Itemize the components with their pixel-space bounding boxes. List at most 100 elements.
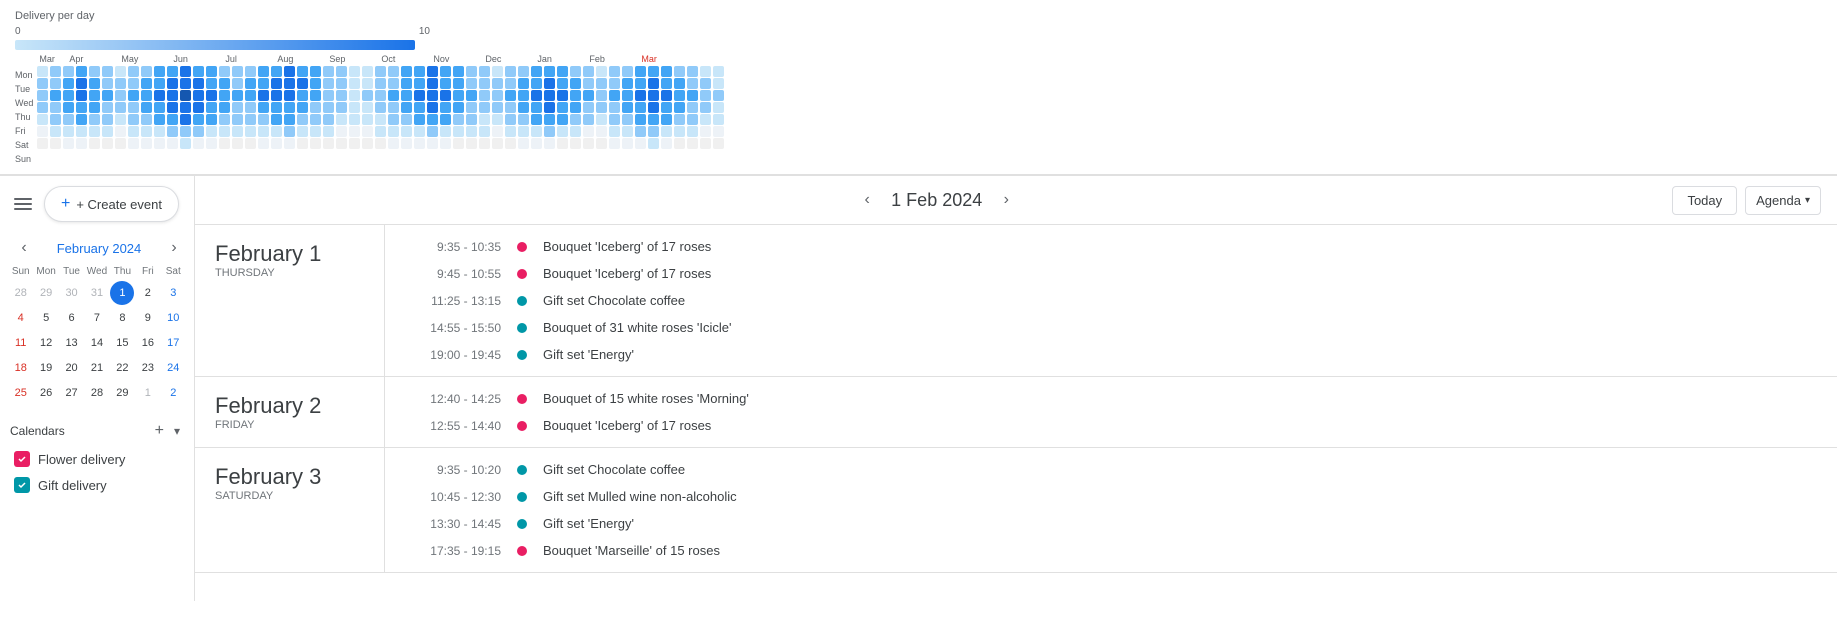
heatmap-cell[interactable]: [492, 90, 503, 101]
heatmap-cell[interactable]: [661, 90, 672, 101]
heatmap-cell[interactable]: [63, 102, 74, 113]
heatmap-cell[interactable]: [466, 90, 477, 101]
heatmap-cell[interactable]: [232, 126, 243, 137]
heatmap-cell[interactable]: [401, 78, 412, 89]
heatmap-cell[interactable]: [518, 126, 529, 137]
calendar-item-flower[interactable]: Flower delivery: [10, 446, 184, 472]
heatmap-cell[interactable]: [687, 102, 698, 113]
mini-cal-day[interactable]: 28: [9, 281, 33, 305]
heatmap-cell[interactable]: [570, 90, 581, 101]
heatmap-cell[interactable]: [622, 66, 633, 77]
heatmap-cell[interactable]: [674, 114, 685, 125]
heatmap-cell[interactable]: [76, 90, 87, 101]
gift-delivery-checkbox[interactable]: [14, 477, 30, 493]
heatmap-cell[interactable]: [50, 78, 61, 89]
heatmap-cell[interactable]: [635, 126, 646, 137]
heatmap-cell[interactable]: [648, 90, 659, 101]
heatmap-cell[interactable]: [635, 78, 646, 89]
heatmap-cell[interactable]: [401, 90, 412, 101]
heatmap-cell[interactable]: [323, 102, 334, 113]
heatmap-cell[interactable]: [635, 90, 646, 101]
heatmap-cell[interactable]: [50, 102, 61, 113]
heatmap-cell[interactable]: [414, 66, 425, 77]
heatmap-cell[interactable]: [440, 114, 451, 125]
heatmap-cell[interactable]: [466, 126, 477, 137]
heatmap-cell[interactable]: [76, 114, 87, 125]
heatmap-cell[interactable]: [713, 78, 724, 89]
heatmap-cell[interactable]: [219, 102, 230, 113]
heatmap-cell[interactable]: [622, 102, 633, 113]
heatmap-cell[interactable]: [661, 126, 672, 137]
heatmap-cell[interactable]: [479, 102, 490, 113]
heatmap-cell[interactable]: [388, 66, 399, 77]
heatmap-cell[interactable]: [180, 138, 191, 149]
mini-cal-day[interactable]: 29: [110, 381, 134, 405]
heatmap-cell[interactable]: [375, 66, 386, 77]
heatmap-cell[interactable]: [219, 90, 230, 101]
heatmap-cell[interactable]: [648, 138, 659, 149]
heatmap-cell[interactable]: [167, 78, 178, 89]
heatmap-cell[interactable]: [336, 102, 347, 113]
heatmap-cell[interactable]: [271, 126, 282, 137]
heatmap-cell[interactable]: [713, 114, 724, 125]
heatmap-cell[interactable]: [700, 66, 711, 77]
heatmap-cell[interactable]: [583, 66, 594, 77]
mini-cal-day[interactable]: 19: [34, 356, 58, 380]
mini-cal-day[interactable]: 22: [110, 356, 134, 380]
heatmap-cell[interactable]: [700, 90, 711, 101]
heatmap-cell[interactable]: [50, 138, 61, 149]
heatmap-cell[interactable]: [401, 126, 412, 137]
heatmap-cell[interactable]: [557, 138, 568, 149]
heatmap-cell[interactable]: [531, 90, 542, 101]
heatmap-cell[interactable]: [63, 138, 74, 149]
heatmap-cell[interactable]: [414, 138, 425, 149]
heatmap-cell[interactable]: [414, 126, 425, 137]
heatmap-cell[interactable]: [570, 126, 581, 137]
heatmap-cell[interactable]: [284, 78, 295, 89]
heatmap-cell[interactable]: [271, 66, 282, 77]
heatmap-cell[interactable]: [635, 114, 646, 125]
heatmap-cell[interactable]: [336, 126, 347, 137]
mini-cal-day[interactable]: 10: [161, 306, 185, 330]
heatmap-cell[interactable]: [336, 78, 347, 89]
mini-cal-day[interactable]: 21: [85, 356, 109, 380]
heatmap-cell[interactable]: [661, 102, 672, 113]
heatmap-cell[interactable]: [414, 102, 425, 113]
heatmap-cell[interactable]: [648, 66, 659, 77]
heatmap-cell[interactable]: [349, 90, 360, 101]
heatmap-cell[interactable]: [193, 78, 204, 89]
heatmap-cell[interactable]: [518, 138, 529, 149]
heatmap-cell[interactable]: [89, 138, 100, 149]
heatmap-cell[interactable]: [622, 138, 633, 149]
heatmap-cell[interactable]: [596, 66, 607, 77]
heatmap-cell[interactable]: [128, 102, 139, 113]
heatmap-cell[interactable]: [713, 90, 724, 101]
flower-delivery-checkbox[interactable]: [14, 451, 30, 467]
heatmap-cell[interactable]: [37, 138, 48, 149]
heatmap-cell[interactable]: [89, 66, 100, 77]
heatmap-cell[interactable]: [661, 66, 672, 77]
heatmap-cell[interactable]: [544, 114, 555, 125]
heatmap-cell[interactable]: [180, 126, 191, 137]
heatmap-cell[interactable]: [206, 66, 217, 77]
heatmap-cell[interactable]: [440, 66, 451, 77]
view-selector[interactable]: Agenda ▾: [1745, 186, 1821, 215]
heatmap-cell[interactable]: [232, 90, 243, 101]
heatmap-cell[interactable]: [310, 90, 321, 101]
heatmap-cell[interactable]: [37, 78, 48, 89]
heatmap-cell[interactable]: [349, 138, 360, 149]
heatmap-cell[interactable]: [609, 90, 620, 101]
heatmap-cell[interactable]: [544, 78, 555, 89]
heatmap-cell[interactable]: [401, 102, 412, 113]
heatmap-cell[interactable]: [700, 78, 711, 89]
calendars-header[interactable]: Calendars + ▾: [10, 416, 184, 446]
mini-cal-day[interactable]: 6: [60, 306, 84, 330]
heatmap-cell[interactable]: [427, 138, 438, 149]
agenda-event[interactable]: 17:35 - 19:15Bouquet 'Marseille' of 15 r…: [385, 537, 1837, 564]
mini-cal-day[interactable]: 7: [85, 306, 109, 330]
heatmap-cell[interactable]: [141, 114, 152, 125]
heatmap-cell[interactable]: [518, 102, 529, 113]
heatmap-cell[interactable]: [258, 126, 269, 137]
heatmap-cell[interactable]: [635, 66, 646, 77]
agenda-event[interactable]: 9:35 - 10:35Bouquet 'Iceberg' of 17 rose…: [385, 233, 1837, 260]
